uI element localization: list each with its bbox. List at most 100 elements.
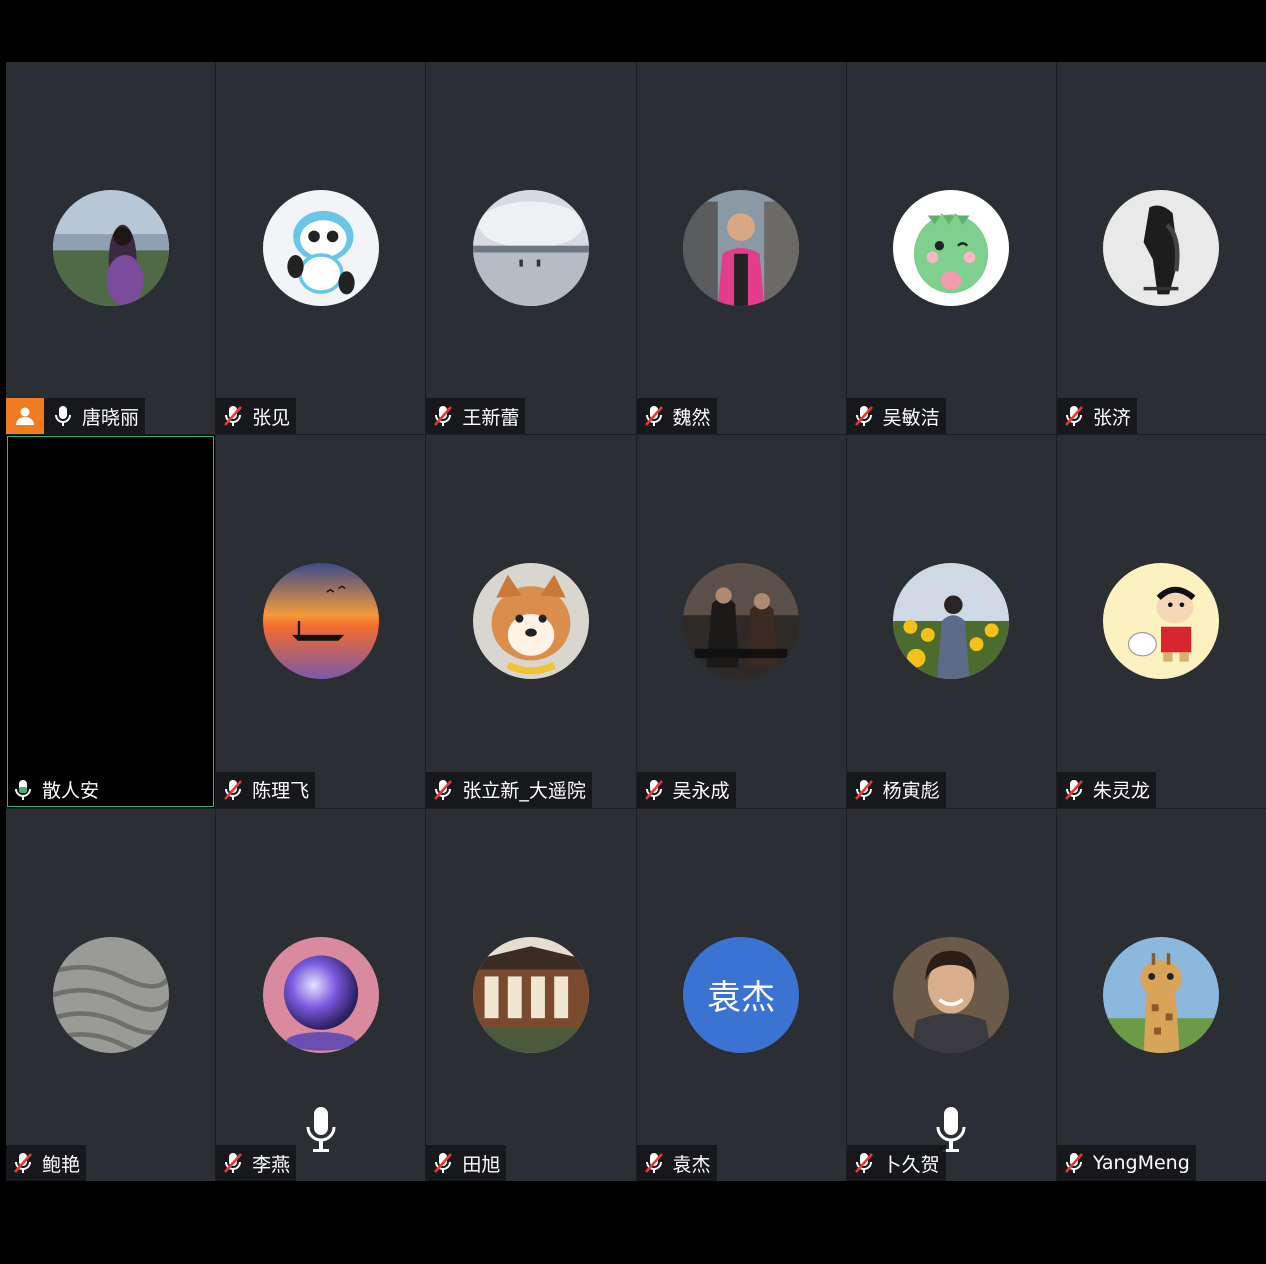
avatar (1103, 190, 1220, 306)
cloudy-landscape-icon (472, 190, 589, 306)
avatar (893, 190, 1010, 306)
participant-name: 张济 (1092, 406, 1131, 429)
participant-tile[interactable]: 魏然 (636, 62, 846, 435)
participant-name: YangMeng (1092, 1152, 1190, 1174)
participant-name: 朱灵龙 (1092, 780, 1150, 803)
name-bar: 张济 (1056, 398, 1137, 435)
green-dinosaur-icon (893, 190, 1010, 306)
crystal-ball-icon (262, 936, 379, 1053)
name-bar: 鲍艳 (6, 1145, 87, 1181)
name-bar: 杨寅彪 (846, 771, 946, 808)
speaking-microphone-icon (304, 1107, 338, 1153)
participant-tile[interactable]: 张济 (1056, 62, 1266, 435)
avatar (1103, 936, 1220, 1053)
participant-name: 吴永成 (672, 780, 730, 803)
participant-name: 王新蕾 (462, 406, 520, 429)
participant-name: 杨寅彪 (882, 780, 940, 803)
avatar (472, 936, 589, 1053)
muted-microphone-icon (1063, 779, 1085, 801)
avatar (52, 936, 169, 1053)
name-bar: 吴敏洁 (846, 398, 946, 435)
avatar (1103, 563, 1220, 680)
participant-tile-active-speaker[interactable]: 散人安 (6, 435, 216, 808)
participant-name: 张立新_大遥院 (462, 780, 586, 803)
avatar (52, 190, 169, 306)
microphone-speaking-icon (12, 779, 34, 801)
name-bar: 散人安 (6, 772, 105, 808)
participant-tile[interactable]: 陈理飞 (216, 435, 426, 808)
name-bar: YangMeng (1056, 1145, 1196, 1181)
sunset-boat-icon (262, 563, 379, 680)
biohazard-poster-icon (683, 563, 800, 680)
avatar (262, 190, 379, 306)
name-bar: 李燕 (216, 1145, 297, 1181)
participant-name: 李燕 (252, 1153, 291, 1176)
participant-tile[interactable]: 唐晓丽 (6, 62, 216, 435)
microphone-icon (52, 405, 74, 427)
participant-tile[interactable]: 李燕 (216, 808, 426, 1181)
participant-name: 田旭 (462, 1153, 501, 1176)
muted-microphone-icon (643, 1152, 665, 1174)
name-bar: 田旭 (426, 1145, 507, 1181)
participant-tile[interactable]: YangMeng (1056, 808, 1266, 1181)
muted-microphone-icon (643, 779, 665, 801)
host-icon (6, 398, 44, 435)
muted-microphone-icon (222, 1152, 244, 1174)
participant-name: 袁杰 (672, 1153, 711, 1176)
muted-microphone-icon (222, 405, 244, 427)
participant-name: 鲍艳 (42, 1153, 81, 1176)
participant-tile[interactable]: 田旭 (426, 808, 636, 1181)
avatar (893, 563, 1010, 680)
avatar (262, 936, 379, 1053)
participant-tile[interactable]: 朱灵龙 (1056, 435, 1266, 808)
participant-tile[interactable]: 杨寅彪 (846, 435, 1056, 808)
participant-tile[interactable]: 王新蕾 (426, 62, 636, 435)
name-bar: 袁杰 (636, 1145, 717, 1181)
participant-tile[interactable]: 张立新_大遥院 (426, 435, 636, 808)
avatar (683, 190, 800, 306)
muted-microphone-icon (222, 779, 244, 801)
muted-microphone-icon (432, 1152, 454, 1174)
participant-tile[interactable]: 张见 (216, 62, 426, 435)
cartoon-boy-icon (1103, 563, 1220, 680)
muted-microphone-icon (1063, 405, 1085, 427)
woman-lake-photo-icon (52, 190, 169, 306)
rock-texture-icon (52, 936, 169, 1053)
participant-tile[interactable]: 鲍艳 (6, 808, 216, 1181)
participant-name: 陈理飞 (252, 780, 310, 803)
participant-name: 魏然 (672, 406, 711, 429)
name-bar: 陈理飞 (216, 771, 316, 808)
participant-tile[interactable]: 吴永成 (636, 435, 846, 808)
name-bar: 魏然 (636, 398, 717, 435)
name-bar: 唐晓丽 (6, 398, 146, 435)
muted-microphone-icon (1063, 1152, 1085, 1174)
sunflower-field-icon (893, 563, 1010, 680)
participant-name: 唐晓丽 (82, 406, 140, 429)
muted-microphone-icon (643, 405, 665, 427)
avatar (472, 563, 589, 680)
muted-microphone-icon (432, 405, 454, 427)
name-bar: 张立新_大遥院 (426, 771, 592, 808)
muted-microphone-icon (853, 405, 875, 427)
participant-name: 张见 (252, 406, 291, 429)
panda-mascot-icon (262, 190, 379, 306)
participant-tile[interactable]: 袁杰 袁杰 (636, 808, 846, 1181)
name-bar: 张见 (216, 398, 297, 435)
text-avatar: 袁杰 (683, 936, 800, 1053)
participant-grid: 唐晓丽 张见 王新蕾 魏然 吴敏洁 张济 散人安 陈理飞 张立新_大遥院 吴永成… (6, 62, 1266, 1181)
muted-microphone-icon (432, 779, 454, 801)
man-portrait-icon (893, 936, 1010, 1053)
participant-tile[interactable]: 吴敏洁 (846, 62, 1056, 435)
avatar (262, 563, 379, 680)
name-bar: 吴永成 (636, 771, 736, 808)
ink-painting-icon (1103, 190, 1220, 306)
muted-microphone-icon (853, 1152, 875, 1174)
muted-microphone-icon (853, 779, 875, 801)
participant-name: 卜久贺 (882, 1153, 940, 1176)
participant-tile[interactable]: 卜久贺 (846, 808, 1056, 1181)
boy-photo-icon (683, 190, 800, 306)
name-bar: 王新蕾 (426, 398, 526, 435)
avatar (893, 936, 1010, 1053)
participant-name: 散人安 (42, 780, 100, 803)
avatar (472, 190, 589, 306)
